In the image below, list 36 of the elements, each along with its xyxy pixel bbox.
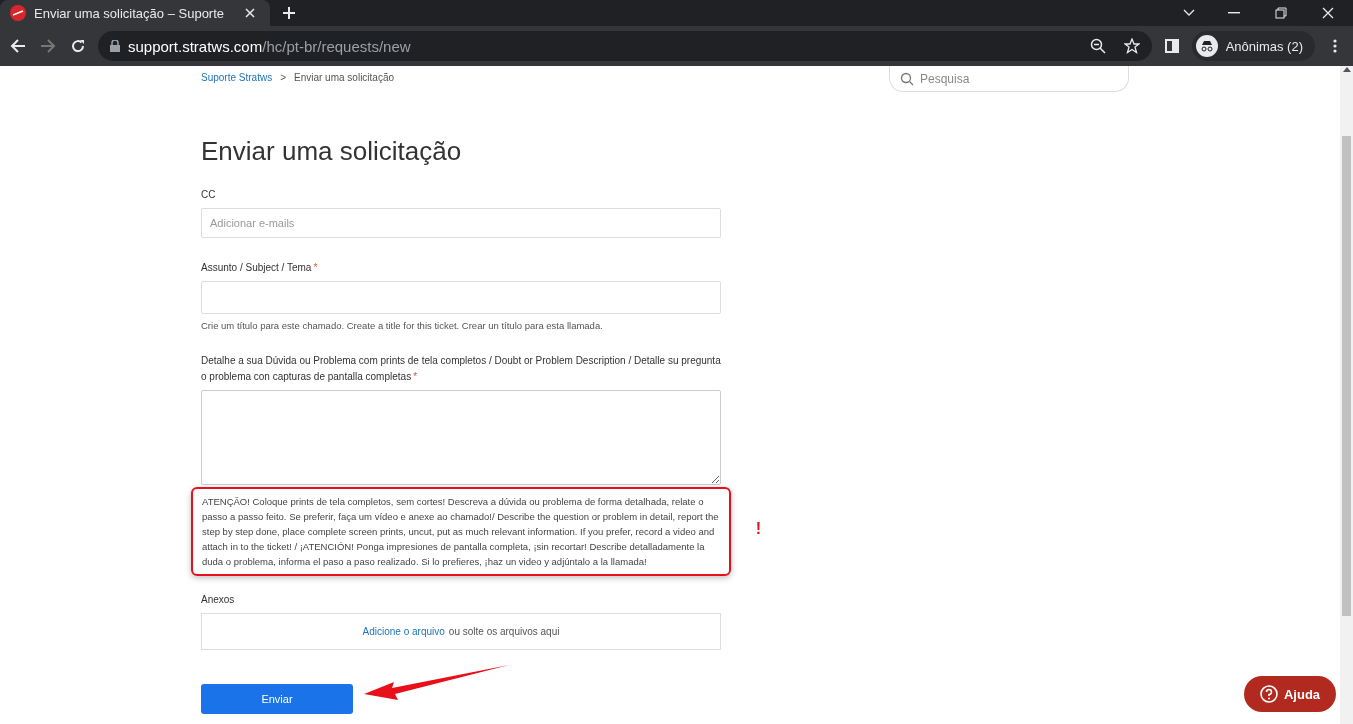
required-mark: * (413, 371, 418, 382)
profile-button[interactable]: Anônimas (2) (1191, 31, 1315, 61)
help-button[interactable]: Ajuda (1244, 676, 1336, 712)
tab-title: Enviar uma solicitação – Suporte (34, 5, 226, 21)
site-logo-icon (10, 5, 26, 21)
search-field[interactable]: Pesquisa (889, 66, 1129, 92)
address-bar[interactable]: support.stratws.com/hc/pt-br/requests/new (98, 31, 1152, 61)
warning-note: ATENÇÃO! Coloque prints de tela completos, sem cortes! Descreva a dúvida ou problema de forma detalhada, relate o passo a passo feito. Se preferir, faça um vídeo e anexe ao chamado!/ Describe the question or problem in detail, report the step by step done, place complete screen prints, uncut, put as much relevant information. If you prefer, record a video and attach in to the ticket! / ¡ATENCIÓN! Ponga impresiones de pantalla completa, ¡sin recortar! Describe detalladamente la duda o problema, informa el paso a paso realizado. Si lo prefieres, ¡haz un video y adjúntalo a la llamada! (191, 487, 731, 576)
incognito-icon (1195, 35, 1218, 57)
browser-tab[interactable]: Enviar uma solicitação – Suporte (0, 0, 270, 26)
field-hint: Crie um título para este chamado. Create a title for this ticket. Crear un título para esta llamada. (201, 320, 604, 331)
email-input[interactable]: Adicionar e-mails (201, 208, 721, 238)
url-path: /hc/pt-br/requests/new (262, 37, 411, 55)
field-label: Assunto / Subject / Tema * (201, 261, 319, 275)
question-icon (1259, 685, 1278, 703)
scrollbar-thumb[interactable] (1342, 136, 1351, 616)
attachment-dropzone[interactable]: Adicione o arquivo ou solte os arquivos aqui (201, 613, 721, 650)
breadcrumb-link[interactable]: Suporte Stratws (201, 72, 273, 83)
star-icon[interactable] (1123, 38, 1140, 54)
dropzone-text: ou solte os arquivos aqui (448, 626, 560, 637)
field-label: CC (201, 188, 217, 202)
page-title: Enviar uma solicitação (201, 136, 463, 167)
lock-icon (110, 40, 120, 52)
breadcrumb-current: Enviar uma solicitação (294, 72, 395, 83)
zoom-out-icon[interactable] (1089, 38, 1106, 54)
breadcrumb-separator: > (280, 72, 286, 83)
url-host: support.stratws.com/hc/pt-br/requests/new (128, 37, 411, 55)
exclamation-mark: ! (755, 520, 761, 538)
field-label: Anexos (201, 593, 236, 607)
required-mark: * (313, 262, 318, 273)
search-icon (900, 71, 914, 86)
add-file-link[interactable]: Adicione o arquivo (362, 626, 445, 637)
search-placeholder: Pesquisa (920, 71, 970, 86)
field-label: Detalhe a sua Dúvida ou Problema com prints de tela completos / Doubt or Problem Description / Detalle su pregunta o problema con capturas de pantalla completas * (201, 354, 721, 384)
subject-input[interactable] (201, 281, 721, 314)
submit-button[interactable]: Enviar (201, 684, 353, 714)
